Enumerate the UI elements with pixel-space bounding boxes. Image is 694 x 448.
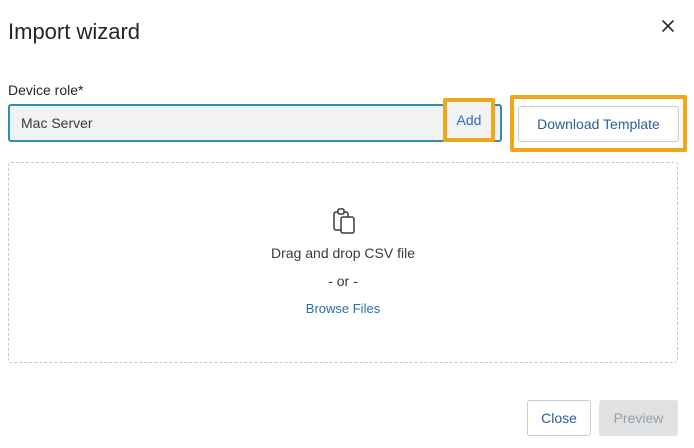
- add-highlight-box: Add: [443, 98, 495, 142]
- dropzone-instruction: Drag and drop CSV file: [271, 245, 415, 261]
- close-icon: [662, 20, 674, 32]
- close-button[interactable]: Close: [527, 400, 591, 436]
- device-role-field[interactable]: Mac Server: [8, 104, 502, 142]
- dropzone-separator: - or -: [328, 273, 358, 289]
- import-wizard-dialog: Import wizard Device role* Mac Server Ad…: [0, 0, 694, 448]
- device-role-value: Mac Server: [21, 115, 93, 131]
- browse-files-link[interactable]: Browse Files: [8, 300, 678, 318]
- preview-button: Preview: [599, 400, 678, 436]
- csv-dropzone[interactable]: [8, 162, 678, 363]
- clipboard-icon: [333, 208, 355, 234]
- device-role-label: Device role*: [8, 82, 84, 98]
- dialog-title: Import wizard: [8, 19, 141, 44]
- close-dialog-button[interactable]: [656, 14, 680, 38]
- download-template-button[interactable]: Download Template: [518, 106, 679, 142]
- add-role-button[interactable]: Add: [457, 112, 482, 128]
